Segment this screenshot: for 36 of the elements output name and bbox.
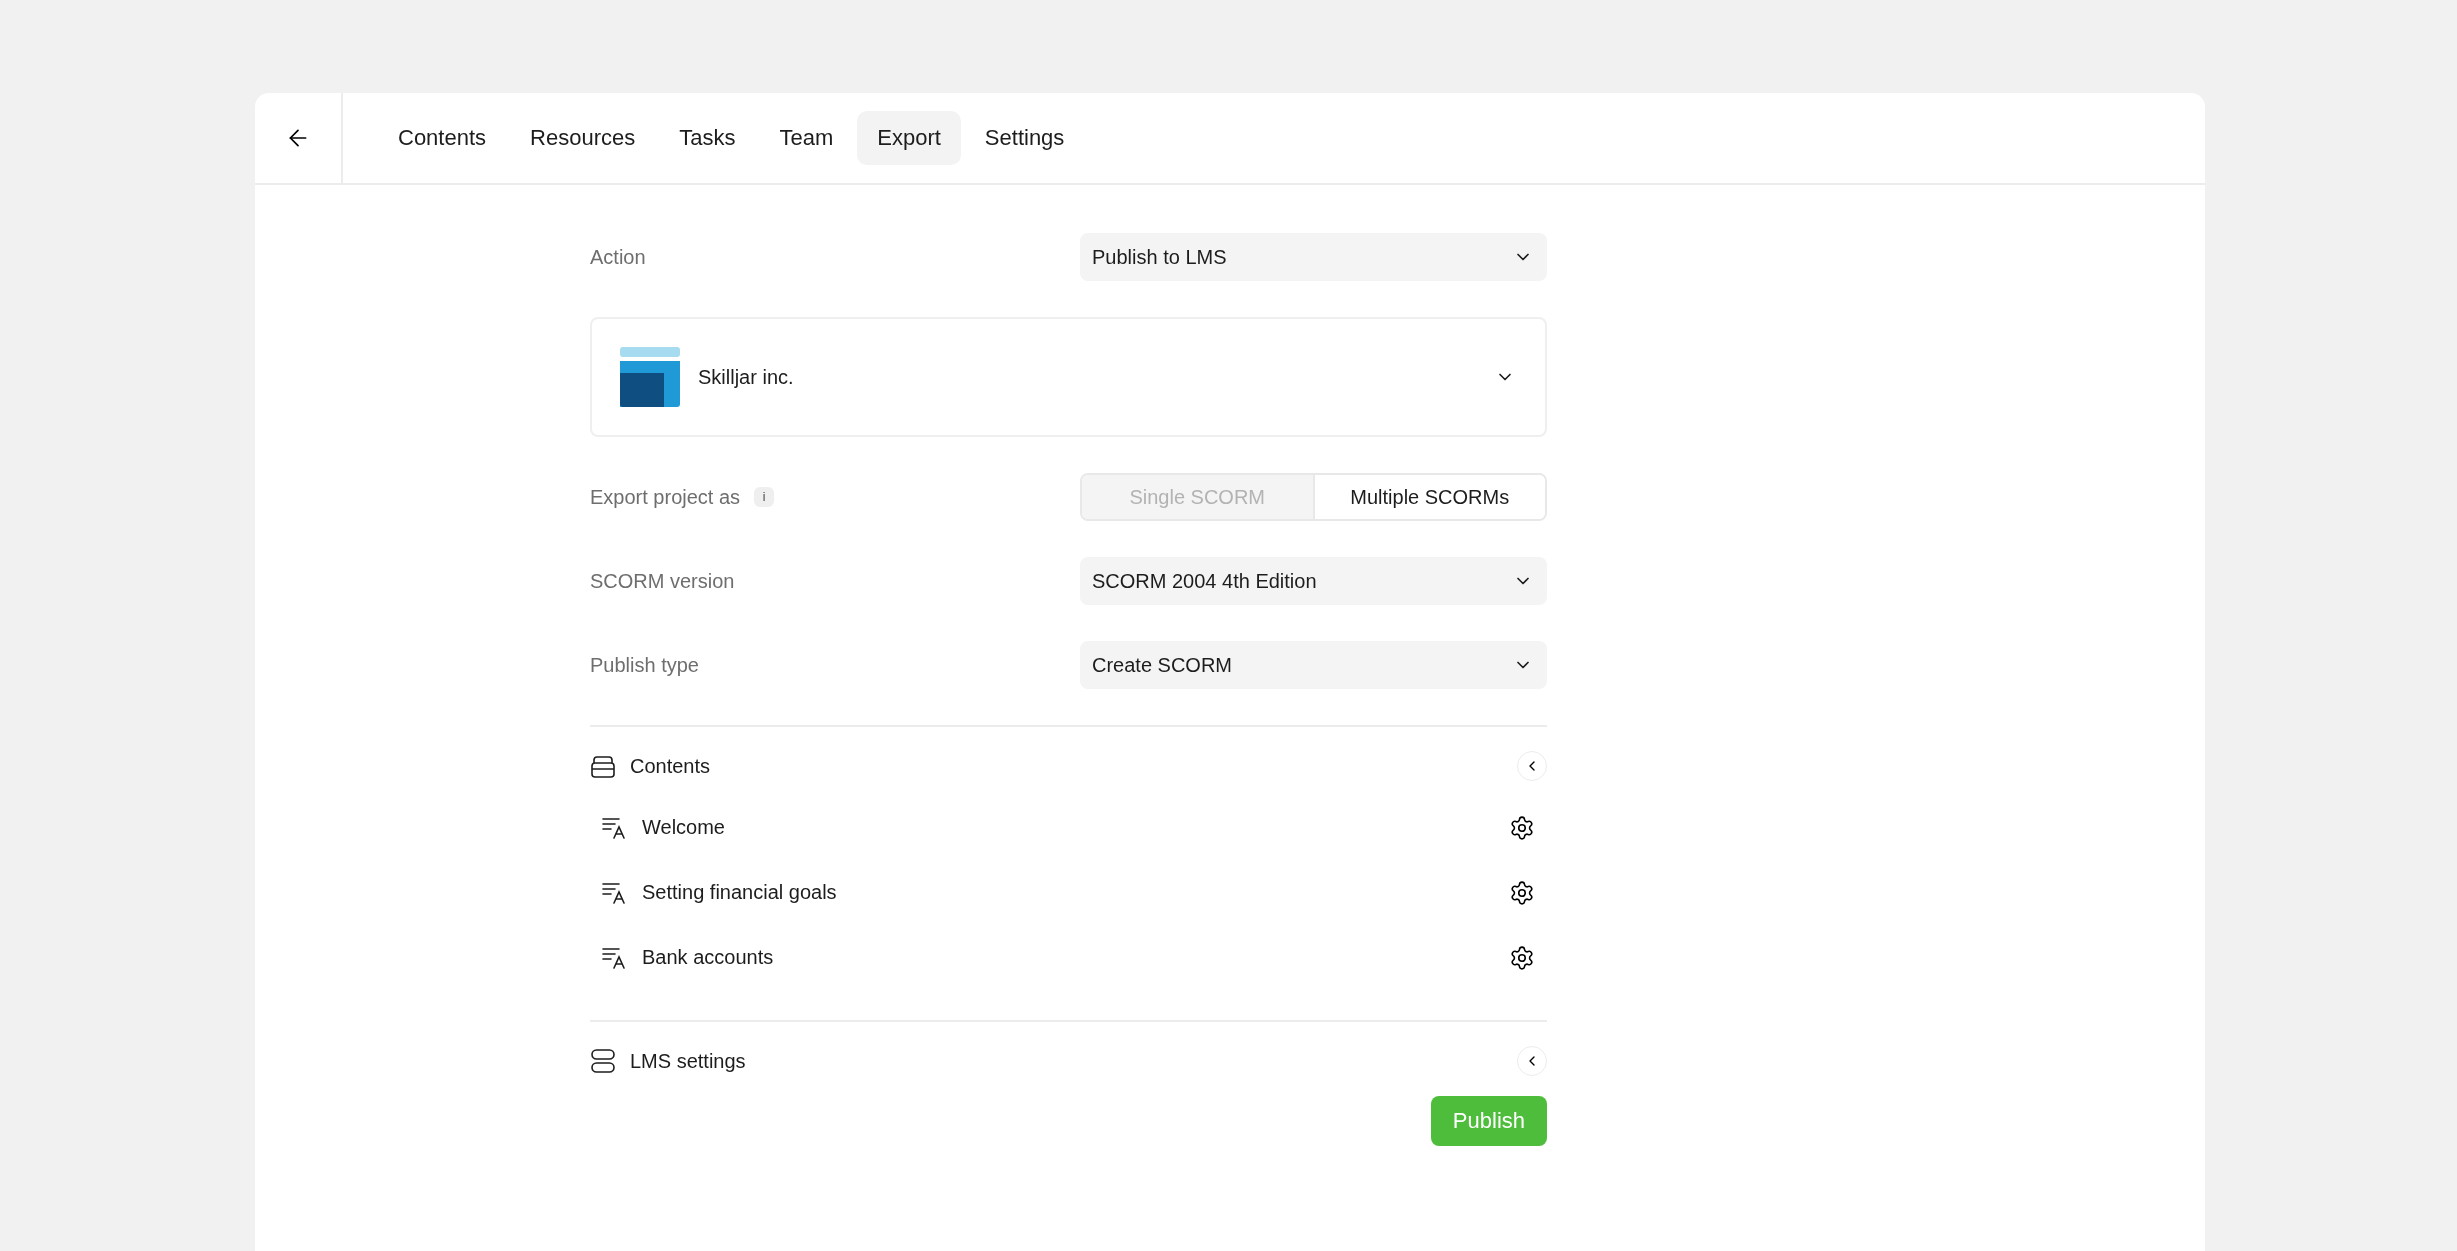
dropdown[interactable]: SCORM 2004 4th Edition <box>1080 557 1547 605</box>
content-item: Welcome <box>642 816 726 839</box>
text-format-icon <box>602 880 628 905</box>
field-label: Export project as <box>590 485 741 509</box>
stack-icon <box>590 753 616 779</box>
settings-button[interactable] <box>1509 879 1535 906</box>
nav-tab[interactable]: Resources <box>510 111 656 165</box>
nav-tab[interactable]: Contents <box>378 111 507 165</box>
nav-tab[interactable]: Settings <box>964 111 1085 165</box>
section-title: Contents <box>630 754 712 778</box>
logo-icon <box>620 347 680 407</box>
text-format-icon <box>602 815 628 840</box>
dropdown[interactable]: Publish to LMS <box>1080 233 1547 281</box>
text-format-icon <box>602 945 628 970</box>
settings-icon <box>1509 944 1535 971</box>
field-label: Action <box>590 245 646 269</box>
field-label: SCORM version <box>590 569 735 593</box>
nav-tab[interactable]: Export <box>857 111 961 165</box>
collapse-button[interactable] <box>1517 1046 1547 1076</box>
settings-icon <box>1509 814 1535 841</box>
server-icon <box>590 1048 616 1074</box>
nav-tab[interactable]: Team <box>759 111 854 165</box>
content-item: Bank accounts <box>642 946 775 969</box>
section-title: LMS settings <box>630 1049 747 1073</box>
dropdown[interactable]: Create SCORM <box>1080 641 1547 689</box>
nav-tab[interactable]: Tasks <box>659 111 756 165</box>
content-item: Setting financial goals <box>642 881 838 904</box>
settings-icon <box>1509 879 1535 906</box>
collapse-button[interactable] <box>1517 751 1547 781</box>
settings-button[interactable] <box>1509 814 1535 841</box>
segment-option[interactable]: Multiple SCORMs <box>1312 475 1545 519</box>
info-badge[interactable]: i <box>754 487 775 507</box>
account-name: Skilljar inc. <box>698 365 795 389</box>
field-label: Publish type <box>590 653 699 677</box>
account-card[interactable]: Skilljar inc. <box>590 317 1547 437</box>
settings-button[interactable] <box>1509 944 1535 971</box>
